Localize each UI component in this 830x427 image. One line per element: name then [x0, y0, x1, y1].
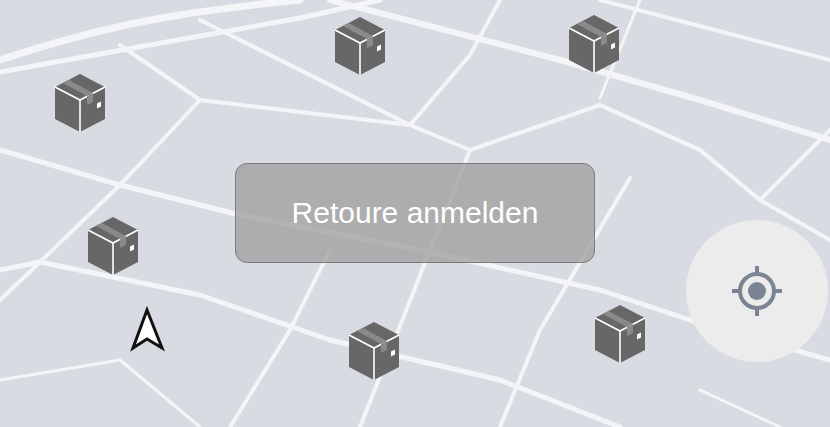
- package-pin-icon[interactable]: [567, 13, 621, 75]
- navigation-arrow-icon: [130, 306, 166, 352]
- return-button[interactable]: Retoure anmelden: [235, 163, 595, 263]
- return-button-label: Retoure anmelden: [292, 196, 539, 230]
- package-pin-icon[interactable]: [53, 72, 107, 134]
- package-pin-icon[interactable]: [86, 215, 140, 277]
- crosshair-icon: [729, 263, 785, 319]
- locate-button[interactable]: [686, 220, 828, 362]
- package-pin-icon[interactable]: [347, 320, 401, 382]
- map[interactable]: Retoure anmelden: [0, 0, 830, 427]
- package-pin-icon[interactable]: [593, 303, 647, 365]
- package-pin-icon[interactable]: [333, 15, 387, 77]
